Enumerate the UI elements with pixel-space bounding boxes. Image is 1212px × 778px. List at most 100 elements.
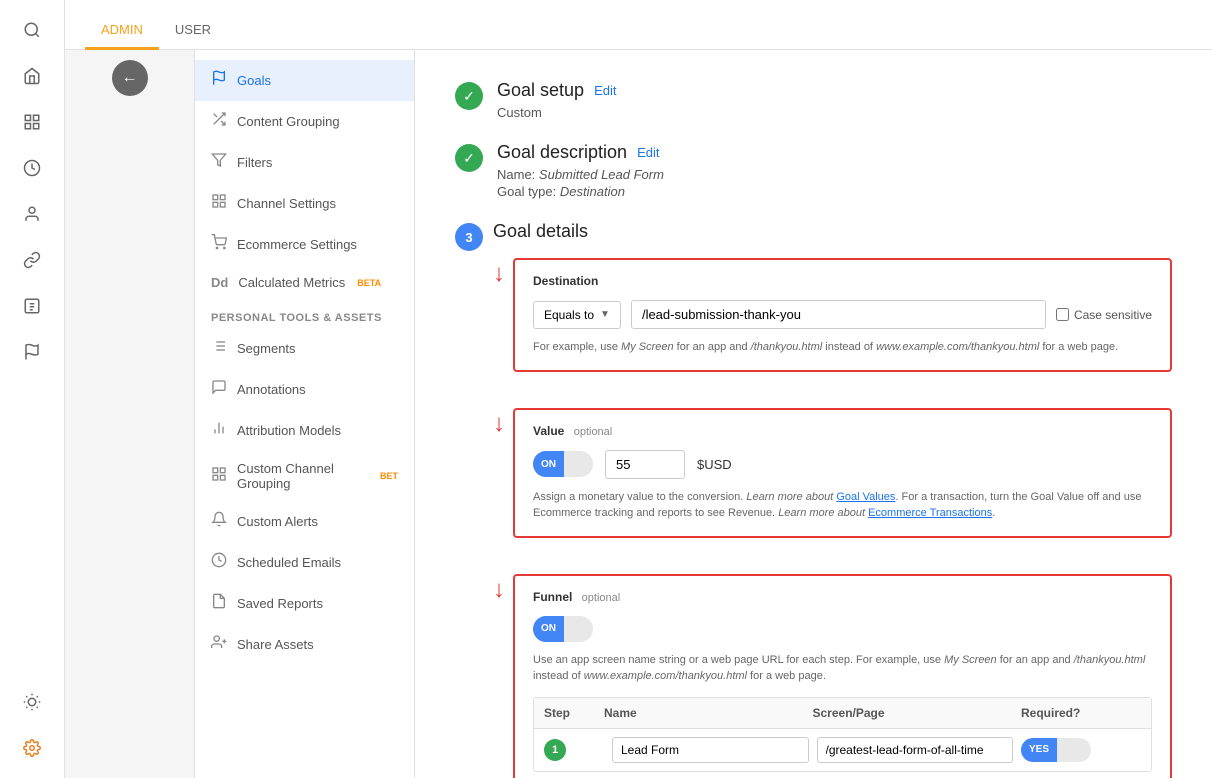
link-icon[interactable] xyxy=(12,240,52,280)
settings-icon[interactable] xyxy=(12,728,52,768)
value-optional-label: optional xyxy=(574,426,613,438)
step-number-badge: 1 xyxy=(544,739,566,761)
goal-description-section: ✓ Goal description Edit Name: Submitted … xyxy=(455,142,1172,201)
goal-description-title: Goal description xyxy=(497,142,627,163)
sidebar-item-ecommerce-settings[interactable]: Ecommerce Settings xyxy=(195,224,414,265)
ecommerce-settings-label: Ecommerce Settings xyxy=(237,237,357,252)
step-cell: 1 xyxy=(544,739,604,761)
value-box-title: Value optional xyxy=(533,424,1152,438)
value-amount-input[interactable] xyxy=(605,450,685,479)
custom-alerts-label: Custom Alerts xyxy=(237,514,318,529)
goal-description-name: Name: Submitted Lead Form xyxy=(497,167,664,182)
tab-user[interactable]: USER xyxy=(159,12,227,50)
share-assets-icon xyxy=(211,634,227,655)
bulb-icon[interactable] xyxy=(12,682,52,722)
goals-label: Goals xyxy=(237,73,271,88)
funnel-name-input[interactable] xyxy=(612,737,809,763)
content-grouping-label: Content Grouping xyxy=(237,114,340,129)
yes-part-label: YES xyxy=(1021,738,1057,762)
ecommerce-transactions-link[interactable]: Ecommerce Transactions xyxy=(868,507,992,519)
calculated-metrics-label: Calculated Metrics xyxy=(238,275,345,290)
funnel-help-text: Use an app screen name string or a web p… xyxy=(533,652,1152,685)
sidebar-item-content-grouping[interactable]: Content Grouping xyxy=(195,101,414,142)
name-label: Name: xyxy=(497,167,535,182)
destination-box: Destination Equals to ▼ Case sensitive xyxy=(513,258,1172,372)
clock-icon[interactable] xyxy=(12,148,52,188)
destination-box-title: Destination xyxy=(533,274,1152,288)
goal-description-edit-link[interactable]: Edit xyxy=(637,145,659,160)
equals-to-select[interactable]: Equals to ▼ xyxy=(533,301,621,329)
goal-details-step-icon: 3 xyxy=(455,223,483,251)
sidebar-item-share-assets[interactable]: Share Assets xyxy=(195,624,414,665)
value-box-wrapper: Value optional ON $USD xyxy=(513,408,1172,558)
custom-channel-grouping-label: Custom Channel Grouping xyxy=(237,461,368,491)
sidebar-secondary: ← xyxy=(65,50,195,778)
required-toggle[interactable]: YES xyxy=(1021,738,1091,762)
col-required: Required? xyxy=(1021,706,1141,720)
flag-icon[interactable] xyxy=(12,332,52,372)
saved-reports-label: Saved Reports xyxy=(237,596,323,611)
home-icon[interactable] xyxy=(12,56,52,96)
funnel-table-header: Step Name Screen/Page Required? xyxy=(534,698,1151,729)
goal-values-link[interactable]: Goal Values xyxy=(836,491,895,503)
sidebar-item-channel-settings[interactable]: Channel Settings xyxy=(195,183,414,224)
channel-settings-label: Channel Settings xyxy=(237,196,336,211)
segments-label: Segments xyxy=(237,341,296,356)
value-arrow-col: ↓ xyxy=(493,408,505,436)
value-arrow-row: ↓ Value optional ON xyxy=(493,408,1172,558)
goals-icon xyxy=(211,70,227,91)
funnel-screen-page-input[interactable] xyxy=(817,737,1014,763)
goal-details-content: Goal details ↓ Destination Equals to ▼ xyxy=(493,221,1172,778)
sidebar-item-segments[interactable]: Segments xyxy=(195,328,414,369)
sidebar-item-attribution-models[interactable]: Attribution Models xyxy=(195,410,414,451)
value-toggle[interactable]: ON xyxy=(533,451,593,477)
tab-admin[interactable]: ADMIN xyxy=(85,12,159,50)
goal-setup-title: Goal setup xyxy=(497,80,584,101)
funnel-optional-label: optional xyxy=(582,592,621,604)
back-button[interactable]: ← xyxy=(112,60,148,96)
sidebar-item-scheduled-emails[interactable]: Scheduled Emails xyxy=(195,542,414,583)
sidebar-item-custom-alerts[interactable]: Custom Alerts xyxy=(195,501,414,542)
case-sensitive-checkbox[interactable] xyxy=(1056,308,1069,321)
destination-input[interactable] xyxy=(631,300,1046,329)
col-screen-page: Screen/Page xyxy=(813,706,1022,720)
sidebar-item-filters[interactable]: Filters xyxy=(195,142,414,183)
funnel-toggle-off-part xyxy=(564,616,593,642)
dropdown-arrow-icon: ▼ xyxy=(600,309,610,320)
goal-setup-edit-link[interactable]: Edit xyxy=(594,83,616,98)
attribution-models-label: Attribution Models xyxy=(237,423,341,438)
beta-badge: BETA xyxy=(357,278,381,288)
funnel-table: Step Name Screen/Page Required? 1 xyxy=(533,697,1152,772)
toggle-off-part xyxy=(564,451,593,477)
funnel-arrow-row: ↓ Funnel optional ON xyxy=(493,574,1172,778)
search-icon[interactable] xyxy=(12,10,52,50)
sidebar-item-custom-channel-grouping[interactable]: Custom Channel Grouping BET xyxy=(195,451,414,501)
custom-channel-grouping-badge: BET xyxy=(380,471,398,481)
funnel-box-wrapper: Funnel optional ON Use an app screen xyxy=(513,574,1172,778)
dashboard-icon[interactable] xyxy=(12,102,52,142)
case-sensitive-text: Case sensitive xyxy=(1074,308,1152,322)
value-arrow-icon: ↓ xyxy=(493,412,505,436)
value-box: Value optional ON $USD xyxy=(513,408,1172,538)
case-sensitive-label: Case sensitive xyxy=(1056,308,1152,322)
value-toggle-row: ON $USD xyxy=(533,450,1152,479)
destination-arrow-col: ↓ xyxy=(493,258,505,286)
report-icon[interactable] xyxy=(12,286,52,326)
destination-help-text: For example, use My Screen for an app an… xyxy=(533,339,1152,356)
filters-icon xyxy=(211,152,227,173)
sidebar-item-annotations[interactable]: Annotations xyxy=(195,369,414,410)
personal-tools-section-label: PERSONAL TOOLS & ASSETS xyxy=(195,300,414,328)
name-value: Submitted Lead Form xyxy=(539,167,664,182)
sidebar-item-saved-reports[interactable]: Saved Reports xyxy=(195,583,414,624)
goal-description-type: Goal type: Destination xyxy=(497,184,664,199)
toggle-on-label: ON xyxy=(533,451,564,477)
funnel-toggle[interactable]: ON xyxy=(533,616,593,642)
content-grouping-icon xyxy=(211,111,227,132)
col-name: Name xyxy=(604,706,813,720)
funnel-toggle-on-label: ON xyxy=(533,616,564,642)
person-icon[interactable] xyxy=(12,194,52,234)
sidebar-item-calculated-metrics[interactable]: Dd Calculated Metrics BETA xyxy=(195,265,414,300)
sidebar-item-goals[interactable]: Goals xyxy=(195,60,414,101)
saved-reports-icon xyxy=(211,593,227,614)
destination-arrow-row: ↓ Destination Equals to ▼ xyxy=(493,258,1172,392)
